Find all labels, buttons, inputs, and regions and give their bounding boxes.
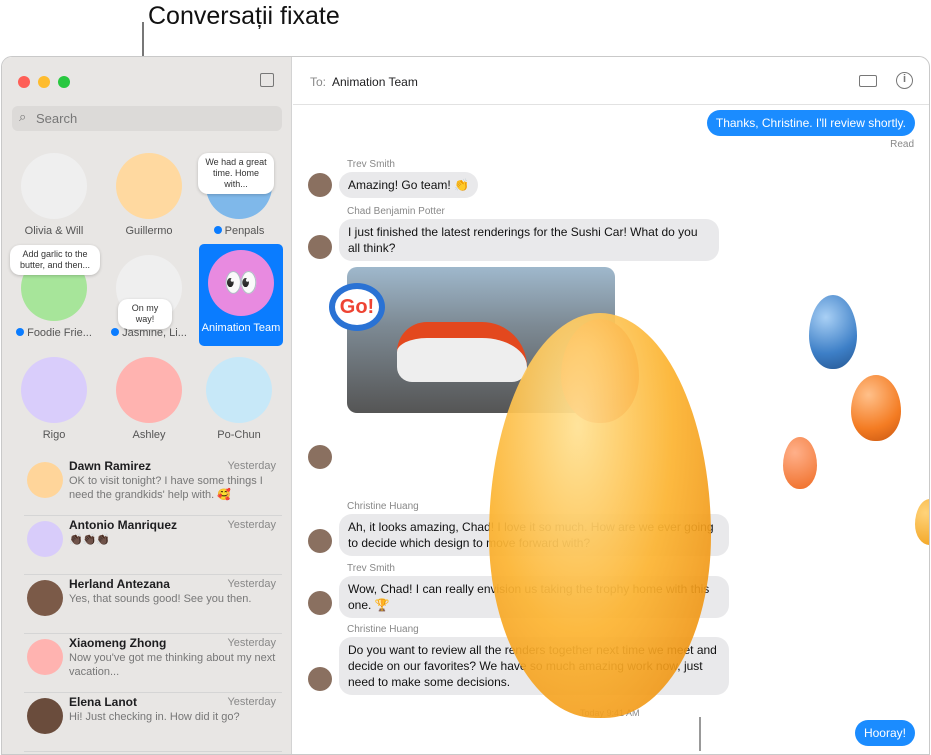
message-received[interactable]: I just finished the latest renderings fo… — [339, 219, 719, 261]
timestamp: Yesterday — [227, 696, 276, 708]
avatar — [308, 529, 332, 553]
pinned-label: Po-Chun — [217, 429, 261, 441]
avatar — [308, 173, 332, 197]
balloon-effect — [489, 313, 711, 718]
timestamp: Yesterday — [227, 637, 276, 649]
conversation-list-item[interactable]: Xiaomeng Zhong Yesterday Now you've got me… — [24, 634, 282, 693]
contact-name: Herland Antezana — [69, 577, 170, 591]
callout-label: Conversații fixate — [148, 2, 340, 30]
go-sticker: Go! — [329, 283, 385, 331]
read-receipt: Read — [890, 139, 914, 150]
message-preview: 👏🏿👏🏿👏🏿 — [69, 534, 111, 546]
sender-name: Christine Huang — [347, 624, 419, 635]
sender-name: Christine Huang — [347, 501, 419, 512]
typing-preview-bubble: We had a great time. Home with... — [198, 153, 274, 194]
avatar — [27, 639, 63, 675]
avatar — [27, 698, 63, 734]
sidebar: ⌕ Search Olivia & Will Guillermo Penpals We … — [2, 57, 292, 754]
sender-name: Trev Smith — [347, 159, 395, 170]
avatar — [27, 580, 63, 616]
unread-dot — [111, 328, 120, 336]
message-preview: Yes, that sounds good! See you then. — [69, 593, 252, 605]
pinned-conversation[interactable]: Olivia & Will — [9, 153, 99, 237]
typing-preview-bubble: On my way! — [118, 299, 172, 329]
conversation-list-item[interactable]: Herland Antezana Yesterday Yes, that sound… — [24, 575, 282, 634]
avatar — [21, 153, 87, 219]
pinned-label: Olivia & Will — [24, 225, 84, 237]
avatar — [308, 591, 332, 615]
message-preview: Now you've got me thinking about my next… — [69, 652, 276, 678]
unread-dot — [213, 226, 222, 234]
contact-name: Xiaomeng Zhong — [69, 636, 167, 650]
balloon-effect — [915, 499, 929, 545]
avatar — [116, 153, 182, 219]
timestamp: Yesterday — [227, 460, 276, 472]
close-button[interactable] — [18, 76, 30, 88]
conversation-list-item[interactable]: Dawn Ramirez Yesterday OK to visit tonight… — [24, 457, 282, 516]
pinned-label: Ashley — [132, 429, 166, 441]
contact-name: Dawn Ramirez — [69, 459, 152, 473]
message-sent[interactable]: Hooray! — [854, 720, 915, 746]
contact-name: Elena Lanot — [69, 695, 138, 709]
pinned-label: Animation Team — [201, 322, 281, 334]
unread-dot — [16, 328, 25, 336]
avatar — [116, 357, 182, 423]
chat-header: To: Animation Team i — [293, 57, 929, 105]
typing-preview-bubble: Add garlic to the butter, and then... — [10, 245, 100, 275]
messages-window: ⌕ Search Olivia & Will Guillermo Penpals We … — [1, 56, 930, 755]
timestamp: Yesterday — [227, 578, 276, 590]
pinned-label: Guillermo — [125, 225, 173, 237]
recipient[interactable]: Animation Team — [332, 75, 418, 89]
conversation-list-item[interactable]: Antonio Manriquez Yesterday 👏🏿👏🏿👏🏿 — [24, 516, 282, 575]
avatar — [308, 445, 332, 469]
search-input[interactable]: ⌕ Search — [12, 106, 282, 131]
pinned-label: Penpals — [224, 225, 265, 237]
info-icon[interactable]: i — [896, 72, 913, 89]
pinned-label: Rigo — [42, 429, 66, 441]
message-preview: Hi! Just checking in. How did it go? — [69, 711, 240, 723]
timestamp: Yesterday — [227, 519, 276, 531]
avatar — [206, 357, 272, 423]
conversation-list-item[interactable]: Elena Lanot Yesterday Hi! Just checking in… — [24, 693, 282, 752]
contact-name: Antonio Manriquez — [69, 518, 177, 532]
avatar: 👀 — [208, 250, 274, 316]
balloon-effect — [809, 295, 857, 369]
pinned-animation-team[interactable]: 👀 Animation Team — [199, 244, 283, 346]
chat-transcript: Thanks, Christine. I'll review shortly. … — [293, 105, 929, 754]
pinned-conversation[interactable]: Rigo — [9, 357, 99, 441]
to-label: To: — [310, 75, 327, 89]
message-preview: OK to visit tonight? I have some things … — [69, 475, 263, 501]
search-placeholder: Search — [36, 111, 78, 126]
compose-icon[interactable] — [260, 73, 274, 87]
avatar — [308, 235, 332, 259]
avatar — [21, 357, 87, 423]
pinned-conversation[interactable]: Ashley — [104, 357, 194, 441]
avatar — [27, 462, 63, 498]
avatar — [27, 521, 63, 557]
message-sent[interactable]: Thanks, Christine. I'll review shortly. — [706, 110, 915, 136]
sender-name: Chad Benjamin Potter — [347, 206, 445, 217]
balloon-string — [699, 717, 701, 751]
pinned-conversation[interactable]: Guillermo — [104, 153, 194, 237]
minimize-button[interactable] — [38, 76, 50, 88]
sender-name: Trev Smith — [347, 563, 395, 574]
balloon-effect — [851, 375, 901, 441]
zoom-button[interactable] — [58, 76, 70, 88]
video-call-icon[interactable] — [859, 75, 877, 87]
search-icon: ⌕ — [19, 109, 27, 124]
pinned-label: Foodie Frie... — [27, 327, 92, 339]
pinned-conversation[interactable]: Po-Chun — [194, 357, 284, 441]
avatar — [308, 667, 332, 691]
message-received[interactable]: Amazing! Go team! 👏 — [339, 172, 478, 198]
balloon-effect — [783, 437, 817, 489]
